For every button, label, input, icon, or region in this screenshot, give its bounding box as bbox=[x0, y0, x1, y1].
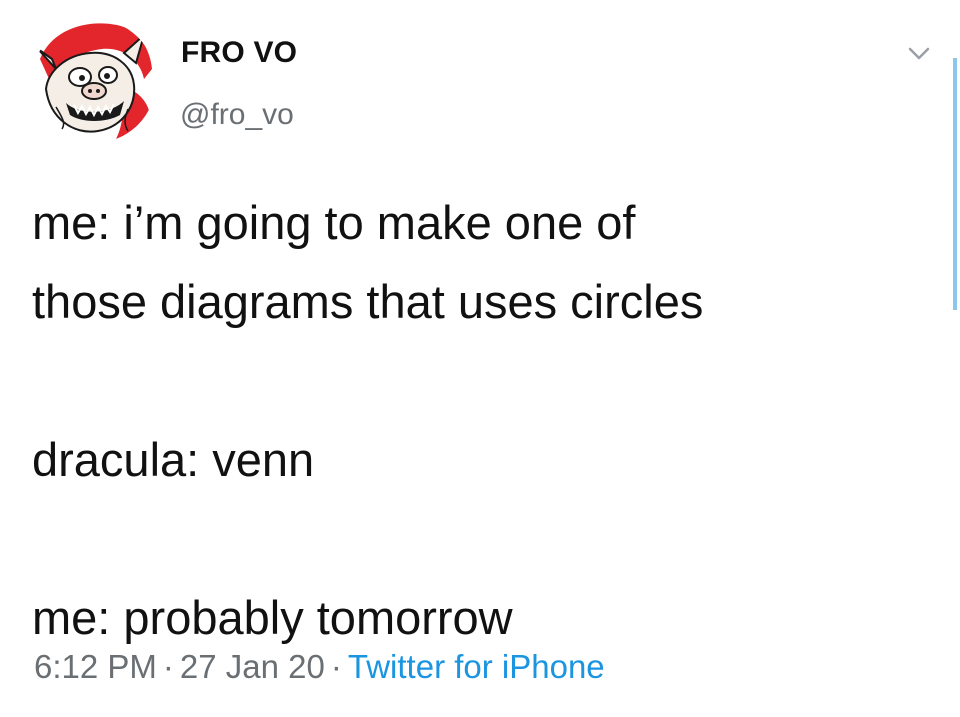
tweet-paragraph: me: probably tomorrow bbox=[32, 591, 513, 644]
tweet-date[interactable]: 27 Jan 20 bbox=[180, 648, 325, 685]
display-name[interactable]: FRO VO bbox=[181, 36, 297, 70]
tweet-line: those diagrams that uses circles bbox=[32, 275, 704, 328]
meta-separator: · bbox=[330, 648, 342, 685]
tweet-card[interactable]: FRO VO @fro_vo me: i’m going to make one… bbox=[0, 0, 960, 717]
meta-separator: · bbox=[162, 648, 174, 685]
tweet-paragraph: dracula: venn bbox=[32, 433, 315, 486]
avatar[interactable] bbox=[32, 19, 156, 143]
scroll-indicator bbox=[953, 58, 957, 310]
tweet-screenshot: FRO VO @fro_vo me: i’m going to make one… bbox=[0, 0, 960, 717]
chevron-down-icon-shape bbox=[908, 47, 930, 60]
tweet-source-link[interactable]: Twitter for iPhone bbox=[348, 648, 605, 685]
tweet-meta: 6:12 PM · 27 Jan 20 · Twitter for iPhone bbox=[34, 648, 605, 686]
tweet-time[interactable]: 6:12 PM bbox=[34, 648, 157, 685]
tweet-paragraph: me: i’m going to make one of those diagr… bbox=[32, 183, 912, 341]
pig-creature-avatar-icon bbox=[32, 19, 156, 143]
tweet-line: me: i’m going to make one of bbox=[32, 196, 636, 249]
user-handle[interactable]: @fro_vo bbox=[180, 98, 294, 132]
tweet-text: me: i’m going to make one of those diagr… bbox=[32, 183, 912, 657]
chevron-down-icon[interactable] bbox=[905, 43, 933, 65]
